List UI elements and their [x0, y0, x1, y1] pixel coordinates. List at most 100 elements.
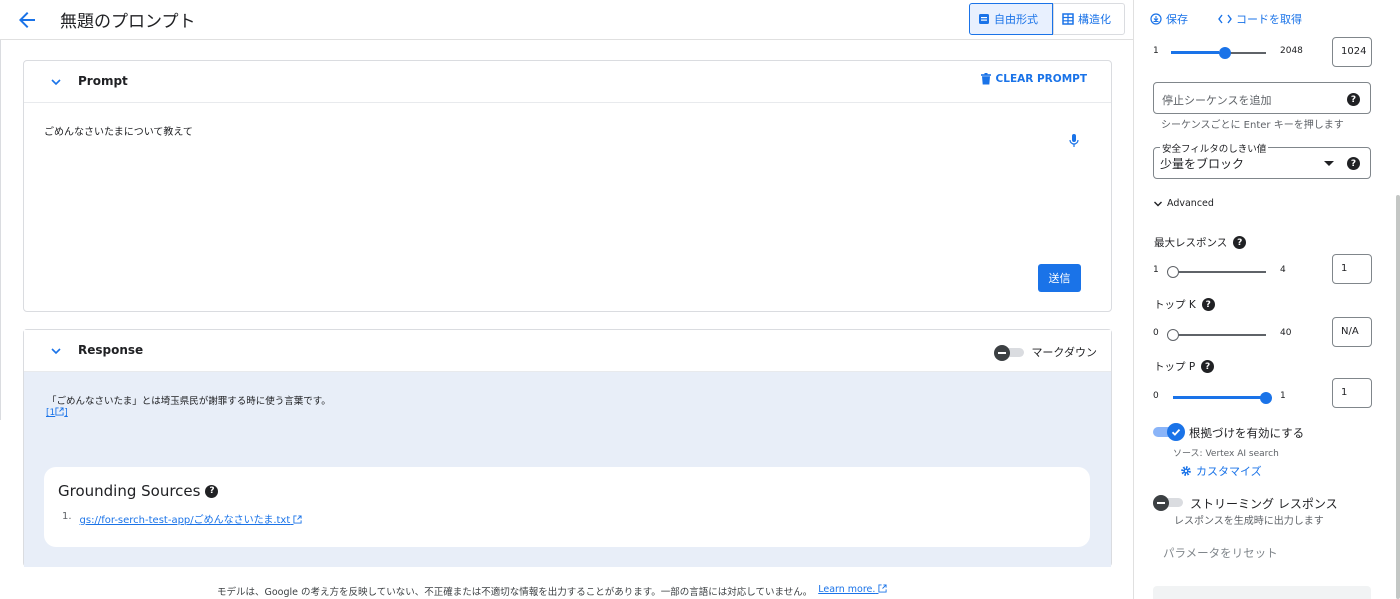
prompt-input[interactable]: ごめんなさいたまについて教えて [44, 123, 193, 138]
customize-label: カスタマイズ [1196, 465, 1262, 478]
help-icon[interactable]: ? [205, 484, 219, 498]
external-link-icon [878, 584, 888, 593]
help-icon[interactable]: ? [1347, 93, 1360, 106]
get-code-label: コードを取得 [1236, 13, 1302, 26]
slider-track [1173, 271, 1266, 273]
slider-thumb[interactable] [1167, 266, 1179, 278]
learn-more-text: Learn more. [818, 584, 876, 595]
source-index: 1. [62, 511, 72, 522]
stop-sequence-hint: シーケンスごとに Enter キーを押します [1161, 120, 1344, 131]
check-icon [1167, 423, 1185, 441]
grounding-source-item: 1. gs://for-serch-test-app/ごめんなさいたま.txt [62, 511, 303, 526]
max-responses-label: 最大レスポンス [1154, 237, 1228, 249]
citation-link[interactable]: [1] [46, 407, 68, 418]
grounding-title-text: Grounding Sources [58, 482, 201, 500]
get-code-button[interactable]: コードを取得 [1218, 11, 1302, 27]
trash-icon [980, 73, 991, 85]
page-title[interactable]: 無題のプロンプト [60, 7, 196, 32]
reset-parameters-button[interactable]: パラメータをリセット [1163, 545, 1278, 561]
grounding-source: ソース: Vertex AI search [1173, 449, 1279, 459]
top-p-input[interactable]: 1 [1332, 378, 1372, 408]
grounding-sources-box: Grounding Sources ? 1. gs://for-serch-te… [44, 467, 1090, 547]
grounding-sources-title: Grounding Sources ? [58, 482, 219, 500]
safety-threshold-label: 安全フィルタのしきい値 [1160, 141, 1269, 155]
response-text: 「ごめんなさいたま」とは埼玉県民が謝罪する時に使う言葉です。 [47, 396, 331, 407]
structured-mode-label: 構造化 [1078, 13, 1111, 26]
clear-prompt-label: CLEAR PROMPT [995, 73, 1087, 85]
top-p-label: トップ P [1154, 361, 1196, 373]
advanced-label: Advanced [1167, 198, 1214, 209]
top-k-slider[interactable]: 0 40 [1153, 326, 1333, 342]
help-icon[interactable]: ? [1233, 236, 1247, 249]
top-p-slider[interactable]: 0 1 [1153, 389, 1333, 405]
slider-min: 0 [1153, 328, 1159, 338]
chevron-down-icon [1153, 199, 1163, 209]
response-body: 「ごめんなさいたま」とは埼玉県民が謝罪する時に使う言葉です。 [1] Groun… [24, 372, 1111, 567]
customize-link[interactable]: カスタマイズ [1180, 463, 1262, 479]
send-button[interactable]: 送信 [1038, 264, 1081, 292]
freeform-mode-label: 自由形式 [994, 13, 1038, 26]
code-icon [1218, 14, 1232, 24]
streaming-toggle[interactable] [1153, 495, 1183, 511]
source-link[interactable]: gs://for-serch-test-app/ごめんなさいたま.txt [80, 511, 303, 526]
prompt-header: Prompt CLEAR PROMPT [24, 61, 1111, 103]
panel-bottom-block [1153, 586, 1371, 599]
microphone-icon[interactable] [1067, 133, 1081, 149]
slider-thumb[interactable] [1218, 47, 1231, 59]
max-responses-label-group: 最大レスポンス ? [1154, 235, 1247, 250]
save-button[interactable]: 保存 [1150, 11, 1188, 27]
save-label: 保存 [1166, 13, 1188, 26]
streaming-label: ストリーミング レスポンス [1190, 497, 1338, 511]
grounding-label: 根拠づけを有効にする [1189, 426, 1305, 440]
save-icon [1150, 13, 1162, 25]
slider-thumb[interactable] [1167, 329, 1179, 341]
disclaimer-text: モデルは、Google の考え方を反映していない、不正確または不適切な情報を出力… [217, 587, 813, 598]
prompt-section-title: Prompt [78, 74, 128, 88]
table-icon [1062, 13, 1074, 25]
safety-threshold-select[interactable]: 安全フィルタのしきい値 少量をブロック ? [1153, 141, 1371, 179]
safety-threshold-value: 少量をブロック [1160, 157, 1245, 171]
markdown-toggle[interactable] [994, 345, 1025, 361]
output-token-input[interactable]: 1024 [1332, 37, 1372, 67]
response-section-title: Response [78, 343, 144, 357]
back-arrow-icon[interactable] [15, 8, 39, 32]
advanced-toggle[interactable]: Advanced [1153, 198, 1214, 209]
clear-prompt-button[interactable]: CLEAR PROMPT [980, 73, 1087, 85]
slider-max: 40 [1280, 328, 1292, 338]
grounding-toggle[interactable] [1153, 423, 1185, 441]
slider-fill [1173, 396, 1266, 399]
slider-min: 1 [1153, 46, 1159, 56]
help-icon[interactable]: ? [1347, 157, 1360, 170]
dropdown-arrow-icon [1324, 161, 1334, 166]
output-token-slider[interactable]: 1 2048 [1153, 44, 1333, 60]
slider-min: 1 [1153, 265, 1159, 275]
panel-scrollbar[interactable] [1396, 195, 1400, 599]
slider-thumb[interactable] [1260, 392, 1272, 404]
freeform-mode-button[interactable]: 自由形式 [969, 3, 1053, 35]
max-responses-input[interactable]: 1 [1332, 254, 1372, 284]
stop-sequence-input[interactable]: 停止シーケンスを追加 ? [1153, 82, 1371, 114]
slider-min: 0 [1153, 391, 1159, 401]
note-icon [978, 13, 990, 25]
help-icon[interactable]: ? [1201, 360, 1215, 373]
external-link-icon [55, 407, 64, 416]
left-edge-divider [0, 40, 1, 420]
top-p-label-group: トップ P ? [1154, 359, 1215, 374]
slider-max: 4 [1280, 265, 1286, 275]
slider-max: 2048 [1280, 46, 1303, 56]
structured-mode-button[interactable]: 構造化 [1053, 3, 1125, 35]
max-responses-slider[interactable]: 1 4 [1153, 263, 1333, 279]
source-link-text: gs://for-serch-test-app/ごめんなさいたま.txt [79, 515, 291, 526]
chevron-down-icon[interactable] [50, 76, 62, 88]
disclaimer: モデルは、Google の考え方を反映していない、不正確または不適切な情報を出力… [217, 584, 888, 598]
top-k-label: トップ K [1154, 299, 1196, 311]
markdown-toggle-group: マークダウン [994, 344, 1097, 361]
chevron-down-icon[interactable] [50, 345, 62, 357]
learn-more-link[interactable]: Learn more. [818, 584, 888, 598]
streaming-description: レスポンスを生成時に出力します [1174, 516, 1324, 527]
response-header: Response マークダウン [24, 330, 1111, 372]
markdown-label: マークダウン [1031, 346, 1097, 359]
help-icon[interactable]: ? [1201, 298, 1215, 311]
top-k-input[interactable]: N/A [1332, 317, 1372, 347]
slider-fill [1171, 51, 1219, 54]
